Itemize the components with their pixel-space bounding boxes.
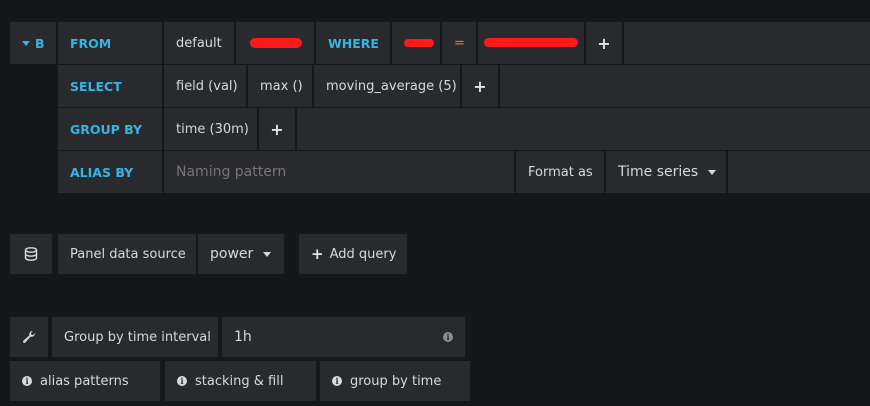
where-operator[interactable]: = <box>442 22 476 64</box>
redaction-mark <box>484 38 578 47</box>
group-by-time-interval-input[interactable]: 1h i <box>222 317 465 357</box>
row-filler <box>297 108 870 150</box>
where-tag-value[interactable] <box>478 22 584 64</box>
add-query-label: Add query <box>329 246 397 262</box>
row-filler <box>500 65 870 107</box>
add-query-button[interactable]: + Add query <box>299 234 407 274</box>
panel-data-source-label: Panel data source <box>58 234 196 274</box>
format-as-label: Format as <box>516 151 604 193</box>
plus-icon: + <box>311 245 324 263</box>
retention-policy-selector[interactable]: default <box>164 22 234 64</box>
database-icon-box <box>10 234 52 274</box>
alias-input[interactable] <box>164 151 514 193</box>
interval-value: 1h <box>234 329 252 345</box>
row-filler <box>624 22 870 64</box>
redaction-mark <box>404 39 434 47</box>
alias-by-keyword: ALIAS BY <box>58 151 162 193</box>
where-keyword: WHERE <box>316 22 390 64</box>
info-circle-icon: i <box>177 376 187 386</box>
where-tag-key[interactable] <box>392 22 440 64</box>
chevron-down-icon <box>708 169 717 175</box>
alias-patterns-label: alias patterns <box>40 373 129 389</box>
from-keyword: FROM <box>58 22 162 64</box>
select-keyword: SELECT <box>58 65 162 107</box>
group-by-time-help-button[interactable]: i group by time <box>320 361 470 401</box>
info-circle-icon: i <box>332 376 342 386</box>
query-collapse-toggle[interactable]: B <box>10 22 56 64</box>
chevron-down-icon <box>263 251 272 257</box>
add-select-button[interactable]: + <box>462 65 498 107</box>
select-moving-average-part[interactable]: moving_average (5) <box>314 65 460 107</box>
datasource-value: power <box>210 246 254 262</box>
plus-icon: + <box>473 76 487 96</box>
stacking-fill-help-button[interactable]: i stacking & fill <box>165 361 316 401</box>
wrench-icon-box <box>10 317 48 357</box>
group-by-keyword: GROUP BY <box>58 108 162 150</box>
group-by-time-interval-label: Group by time interval <box>52 317 218 357</box>
wrench-icon <box>23 330 36 343</box>
measurement-selector[interactable] <box>236 22 314 64</box>
info-circle-icon[interactable]: i <box>443 332 453 342</box>
add-group-by-button[interactable]: + <box>259 108 295 150</box>
alias-patterns-help-button[interactable]: i alias patterns <box>10 361 160 401</box>
group-by-time-part[interactable]: time (30m) <box>164 108 257 150</box>
select-field-part[interactable]: field (val) <box>164 65 246 107</box>
plus-icon: + <box>270 119 284 139</box>
stacking-fill-label: stacking & fill <box>195 373 284 389</box>
database-icon <box>24 247 38 261</box>
redaction-mark <box>250 38 302 48</box>
format-as-value: Time series <box>618 164 699 180</box>
add-where-button[interactable]: + <box>586 22 622 64</box>
select-max-part[interactable]: max () <box>248 65 312 107</box>
datasource-select[interactable]: power <box>198 234 284 274</box>
caret-down-icon <box>22 40 30 46</box>
query-ref-id: B <box>35 35 45 51</box>
plus-icon: + <box>597 33 611 53</box>
row-filler <box>728 151 870 193</box>
info-circle-icon: i <box>22 376 32 386</box>
group-by-time-label: group by time <box>350 373 442 389</box>
format-as-select[interactable]: Time series <box>606 151 726 193</box>
